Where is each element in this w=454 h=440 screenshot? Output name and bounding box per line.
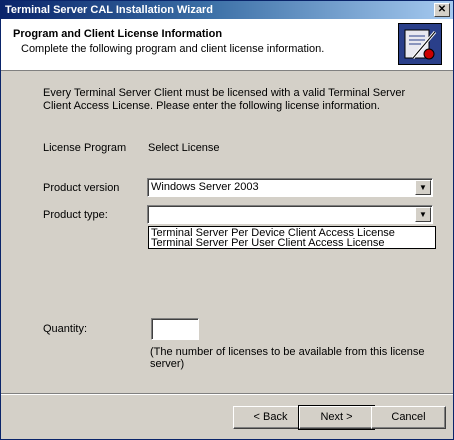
quantity-hint: (The number of licenses to be available … xyxy=(150,346,425,370)
back-button[interactable]: < Back xyxy=(233,406,308,429)
product-version-value: Windows Server 2003 xyxy=(151,181,259,193)
quantity-label: Quantity: xyxy=(43,323,88,335)
intro-text: Every Terminal Server Client must be lic… xyxy=(43,87,406,112)
license-program-label: License Program xyxy=(43,142,127,154)
wizard-header: Program and Client License Information C… xyxy=(1,19,453,71)
wizard-certificate-icon xyxy=(398,23,442,65)
chevron-down-icon[interactable]: ▼ xyxy=(415,207,431,222)
product-type-label: Product type: xyxy=(43,209,108,221)
product-type-options: Terminal Server Per Device Client Access… xyxy=(148,226,436,249)
option-per-user[interactable]: Terminal Server Per User Client Access L… xyxy=(151,237,385,249)
page-subtitle: Complete the following program and clien… xyxy=(21,43,325,55)
page-title: Program and Client License Information xyxy=(13,28,223,40)
footer-divider xyxy=(1,393,453,395)
title-bar[interactable]: Terminal Server CAL Installation Wizard … xyxy=(1,1,453,19)
next-button[interactable]: Next > xyxy=(298,405,375,430)
quantity-input[interactable] xyxy=(151,318,199,340)
license-program-value: Select License xyxy=(148,142,220,154)
product-version-label: Product version xyxy=(43,182,120,194)
product-type-select[interactable]: ▼ xyxy=(147,205,433,224)
close-icon[interactable]: ✕ xyxy=(434,3,450,17)
wizard-window: Terminal Server CAL Installation Wizard … xyxy=(0,0,454,440)
chevron-down-icon[interactable]: ▼ xyxy=(415,180,431,195)
product-version-select[interactable]: Windows Server 2003 ▼ xyxy=(147,178,433,197)
cancel-button[interactable]: Cancel xyxy=(371,406,446,429)
window-title: Terminal Server CAL Installation Wizard xyxy=(5,4,213,16)
